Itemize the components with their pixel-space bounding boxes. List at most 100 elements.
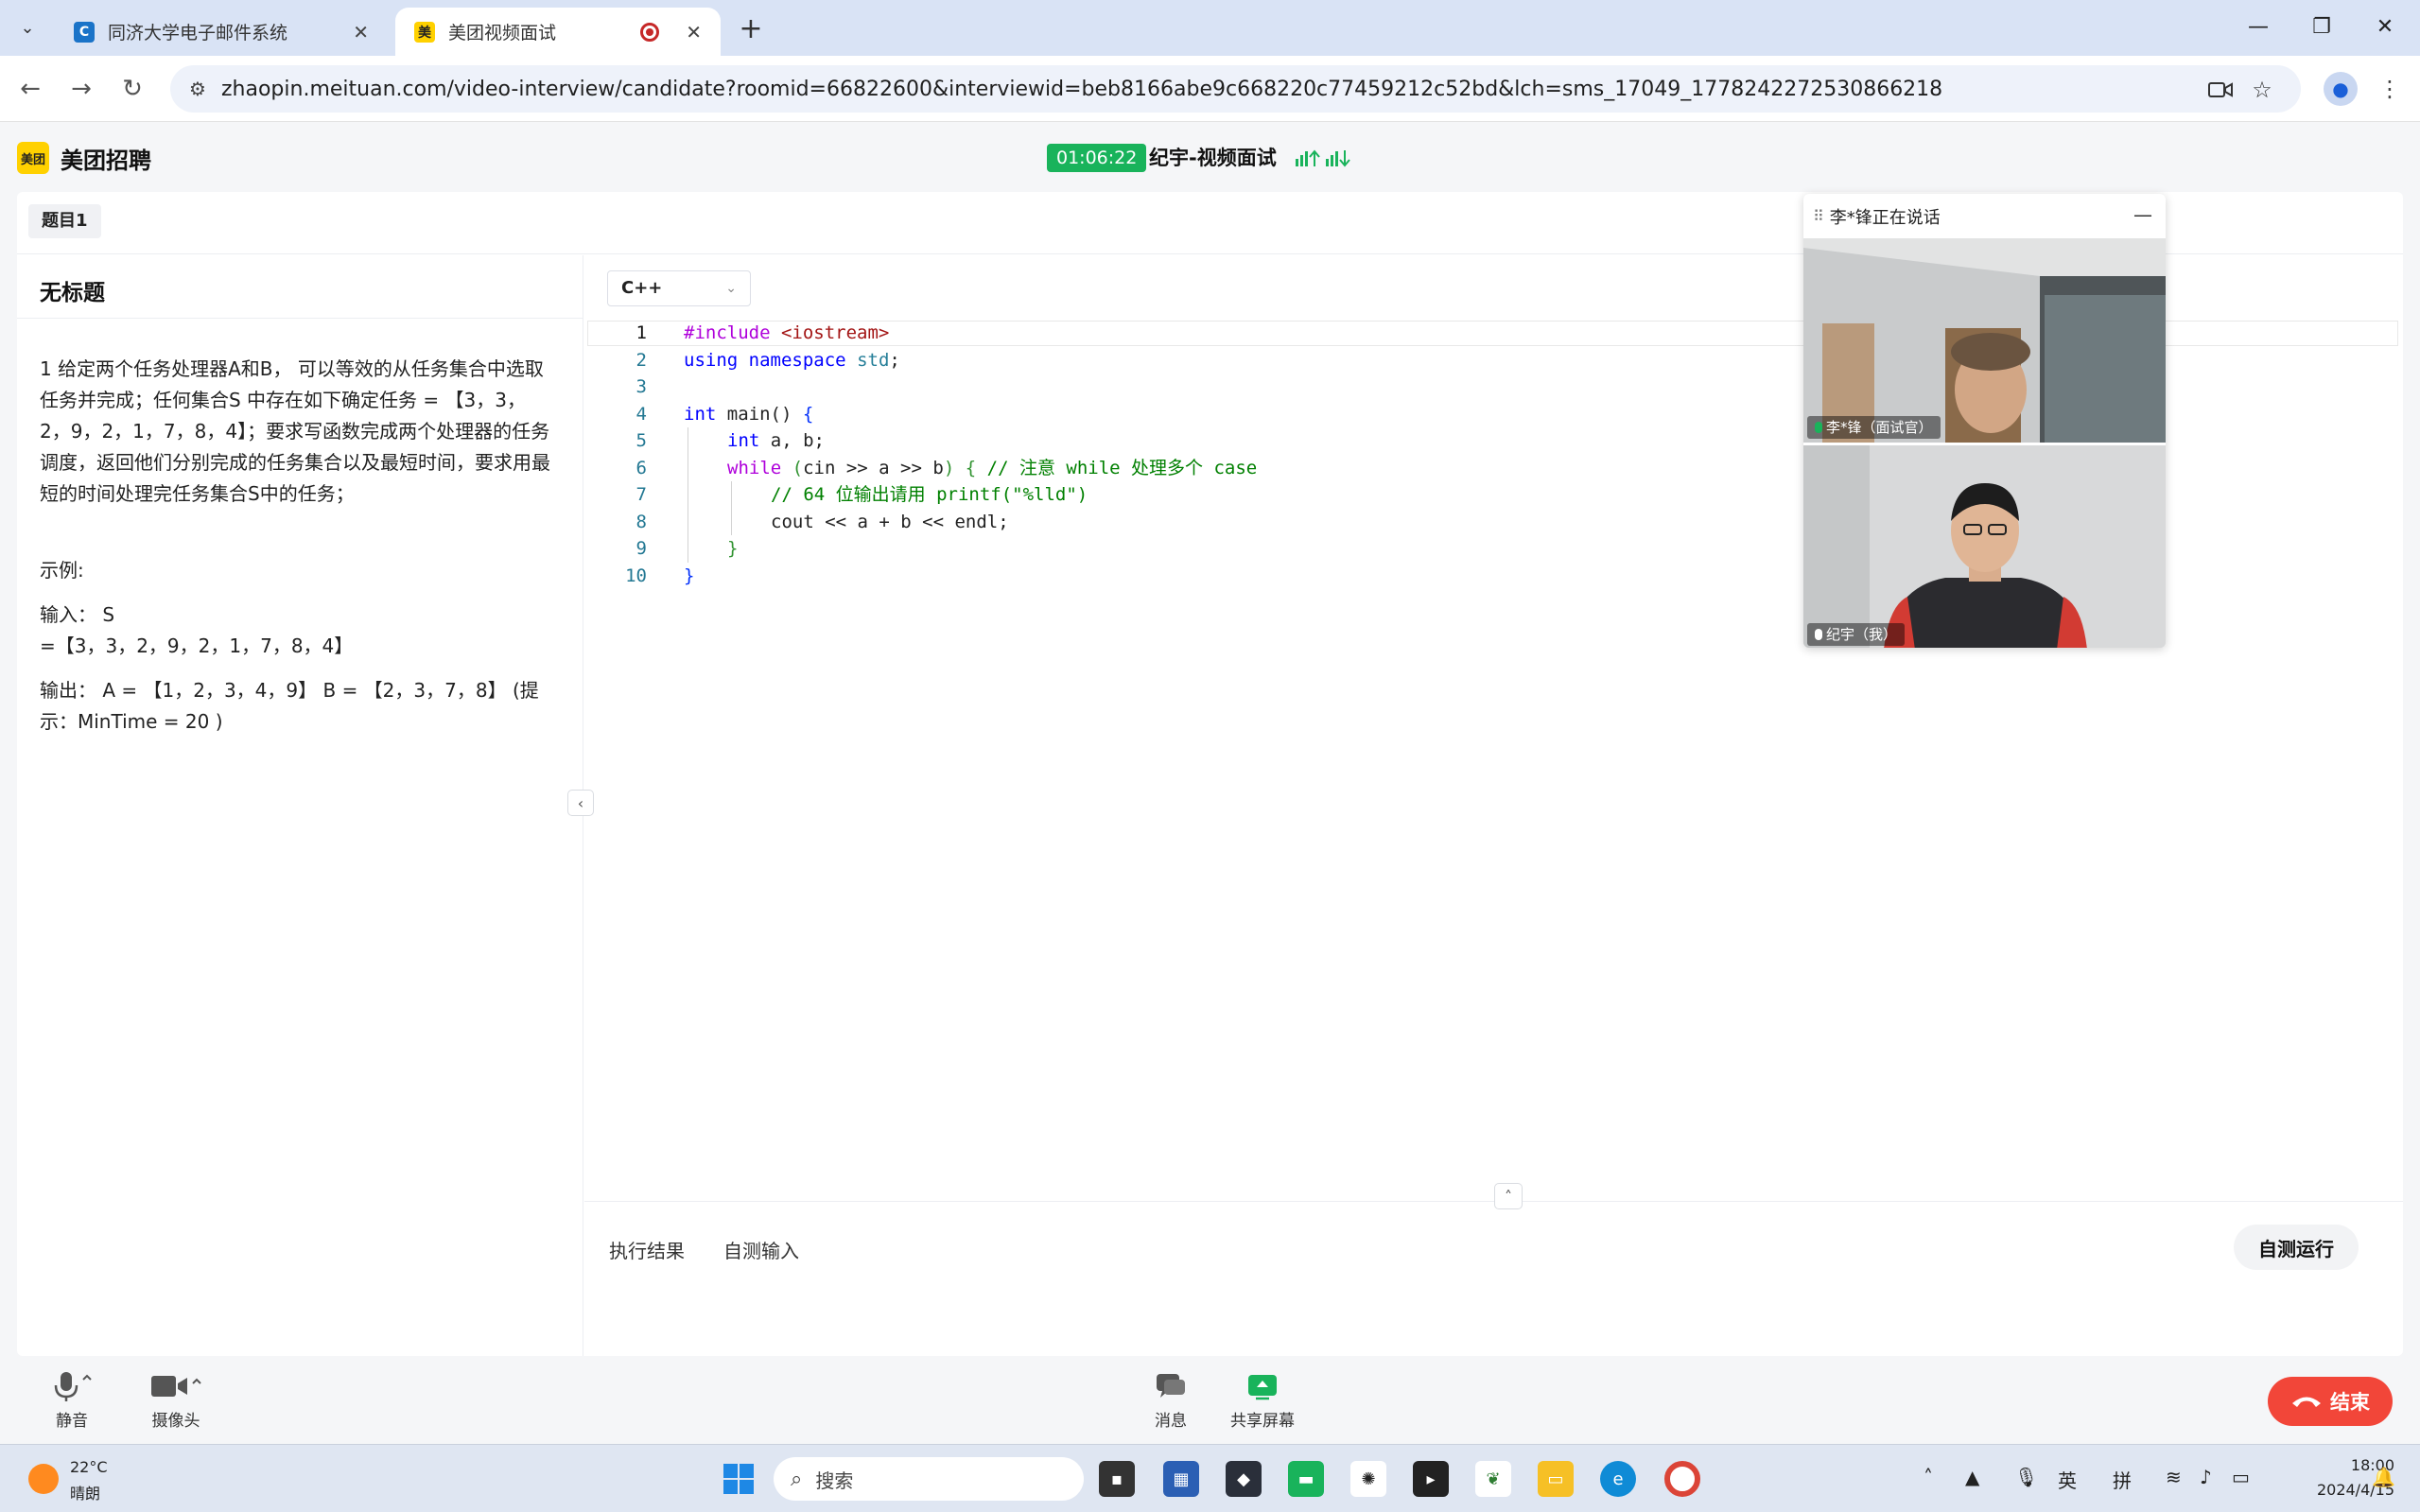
- profile-avatar[interactable]: ●: [2324, 72, 2358, 106]
- code-text: int main() {: [684, 403, 814, 425]
- tab-search-button[interactable]: ⌄: [11, 11, 44, 43]
- language-select[interactable]: C++ ⌄: [607, 270, 751, 306]
- microphone-tray-icon[interactable]: 🎙: [2014, 1466, 2038, 1488]
- back-button[interactable]: ←: [13, 72, 47, 106]
- browser-toolbar: ← → ↻ ⚙ zhaopin.meituan.com/video-interv…: [0, 56, 2420, 122]
- openai-icon[interactable]: ✺: [1350, 1461, 1386, 1497]
- terminal-icon[interactable]: ▸: [1413, 1461, 1449, 1497]
- line-number: 5: [635, 430, 647, 451]
- notification-bell-icon[interactable]: 🔔: [2372, 1466, 2395, 1488]
- share-screen-icon: [1225, 1369, 1300, 1403]
- self-test-run-button[interactable]: 自测运行: [2234, 1225, 2359, 1270]
- tab-favicon: C: [74, 21, 95, 43]
- mute-button[interactable]: 静音: [34, 1369, 110, 1431]
- chevron-left-icon: ‹: [577, 793, 584, 812]
- plus-icon: +: [739, 11, 763, 45]
- task-view-icon[interactable]: ▪: [1099, 1461, 1135, 1497]
- call-controls: 静音 摄像头 消息 共享屏幕 结束: [0, 1356, 2420, 1443]
- weather-sunny-icon[interactable]: [28, 1464, 59, 1494]
- camera-in-use-icon[interactable]: [2205, 75, 2236, 105]
- messages-button[interactable]: 消息: [1133, 1369, 1209, 1431]
- search-icon: ⌕: [791, 1467, 803, 1491]
- tab-custom-input[interactable]: 自测输入: [723, 1236, 799, 1263]
- problem-pane: 无标题 1 给定两个任务处理器A和B， 可以等效的从任务集合中选取任务并完成；任…: [17, 255, 583, 1356]
- leaf-app-icon[interactable]: ❦: [1475, 1461, 1511, 1497]
- chrome-browser-icon[interactable]: [1664, 1461, 1700, 1497]
- interviewer-video-feed: 李*锋（面试官）: [1803, 238, 2166, 443]
- browser-tab-strip: ⌄ C 同济大学电子邮件系统 ✕ 美 美团视频面试 ✕ + — ❐ ✕: [0, 0, 2420, 56]
- chevron-down-icon: ⌄: [725, 281, 737, 296]
- minimize-window-button[interactable]: —: [2230, 8, 2287, 45]
- line-number: 8: [635, 511, 647, 532]
- taskbar-search[interactable]: ⌕ 搜索: [774, 1457, 1084, 1501]
- messages-label: 消息: [1155, 1412, 1187, 1431]
- selected-language: C++: [621, 278, 663, 298]
- code-text: cout << a + b << endl;: [771, 511, 1009, 532]
- interviewer-video-frame: [1803, 238, 2166, 443]
- example-input-label: 输入： S: [40, 603, 115, 626]
- show-hidden-icons-chevron-icon[interactable]: ˄: [1924, 1466, 1933, 1488]
- close-icon[interactable]: ✕: [353, 21, 369, 43]
- example-input-value: =【3，3，2，9，2，1，7，8，4】: [40, 634, 354, 657]
- interviewer-label: 李*锋（面试官）: [1807, 416, 1941, 439]
- edge-browser-icon[interactable]: e: [1600, 1461, 1636, 1497]
- reload-button[interactable]: ↻: [115, 72, 149, 106]
- volume-icon[interactable]: ♪: [2200, 1466, 2212, 1488]
- code-text: }: [684, 565, 695, 586]
- weather-temperature[interactable]: 22°C: [70, 1458, 108, 1476]
- chat-app-icon[interactable]: ▬: [1288, 1461, 1324, 1497]
- line-number: 1: [635, 322, 647, 343]
- end-call-button[interactable]: 结束: [2268, 1377, 2393, 1426]
- divider: [17, 318, 583, 319]
- start-menu-icon[interactable]: [721, 1461, 757, 1497]
- ime-mode[interactable]: 拼: [2113, 1466, 2132, 1493]
- tab-execution-result[interactable]: 执行结果: [609, 1236, 685, 1263]
- close-window-button[interactable]: ✕: [2357, 8, 2413, 45]
- url-text: zhaopin.meituan.com/video-interview/cand…: [221, 77, 1943, 101]
- camera-button[interactable]: 摄像头: [138, 1369, 214, 1431]
- tray-app-icon[interactable]: ▲: [1965, 1466, 1979, 1488]
- mic-active-icon: [1815, 422, 1822, 433]
- more-vertical-icon: ⋮: [2378, 76, 2401, 102]
- line-number: 10: [625, 565, 647, 586]
- self-video-frame: [1803, 445, 2166, 648]
- code-text: // 64 位输出请用 printf("%lld"): [771, 484, 1088, 505]
- arrow-right-icon: →: [71, 75, 92, 103]
- tab-meituan-interview[interactable]: 美 美团视频面试 ✕: [395, 8, 721, 56]
- wifi-icon[interactable]: ≋: [2166, 1466, 2182, 1488]
- minimize-icon[interactable]: —: [2133, 203, 2152, 226]
- weather-description[interactable]: 晴朗: [70, 1481, 100, 1503]
- store-icon[interactable]: ▦: [1163, 1461, 1199, 1497]
- battery-icon[interactable]: ▭: [2232, 1466, 2250, 1488]
- file-explorer-icon[interactable]: ▭: [1538, 1461, 1574, 1497]
- close-icon[interactable]: ✕: [686, 21, 702, 43]
- session-title: 纪宇-视频面试: [1149, 147, 1277, 169]
- arrow-left-icon: ←: [20, 75, 41, 103]
- restore-window-button[interactable]: ❐: [2293, 8, 2350, 45]
- person-icon: ●: [2332, 78, 2349, 100]
- share-screen-button[interactable]: 共享屏幕: [1225, 1369, 1300, 1431]
- drag-handle-icon[interactable]: ⠿: [1813, 207, 1824, 225]
- example-label: 示例:: [40, 559, 84, 582]
- browser-menu-button[interactable]: ⋮: [2376, 72, 2404, 106]
- bookmark-star-icon[interactable]: ☆: [2247, 75, 2277, 105]
- chevron-up-icon: ˄: [1505, 1187, 1512, 1206]
- new-tab-button[interactable]: +: [734, 11, 768, 45]
- ime-language[interactable]: 英: [2058, 1466, 2077, 1493]
- self-name: 纪宇（我）: [1826, 626, 1898, 643]
- video-call-panel[interactable]: ⠿ 李*锋正在说话 — 李*锋（面试官） 纪宇（我）: [1803, 194, 2166, 648]
- tab-title: 同济大学电子邮件系统: [108, 23, 288, 43]
- site-info-icon[interactable]: ⚙: [185, 77, 210, 101]
- interview-timer: 01:06:22: [1047, 144, 1147, 172]
- video-panel-header[interactable]: ⠿ 李*锋正在说话 —: [1803, 194, 2166, 238]
- app-icon[interactable]: ◆: [1226, 1461, 1262, 1497]
- camera-label: 摄像头: [151, 1412, 200, 1431]
- tab-question-1[interactable]: 题目1: [28, 204, 101, 238]
- end-call-label: 结束: [2330, 1391, 2370, 1414]
- forward-button[interactable]: →: [64, 72, 98, 106]
- mic-icon: [1815, 629, 1822, 640]
- tab-tongji-mail[interactable]: C 同济大学电子邮件系统 ✕: [55, 8, 388, 56]
- address-bar[interactable]: ⚙ zhaopin.meituan.com/video-interview/ca…: [170, 65, 2301, 113]
- network-signal-icon: [1296, 149, 1350, 167]
- expand-console-button[interactable]: ˄: [1494, 1183, 1523, 1209]
